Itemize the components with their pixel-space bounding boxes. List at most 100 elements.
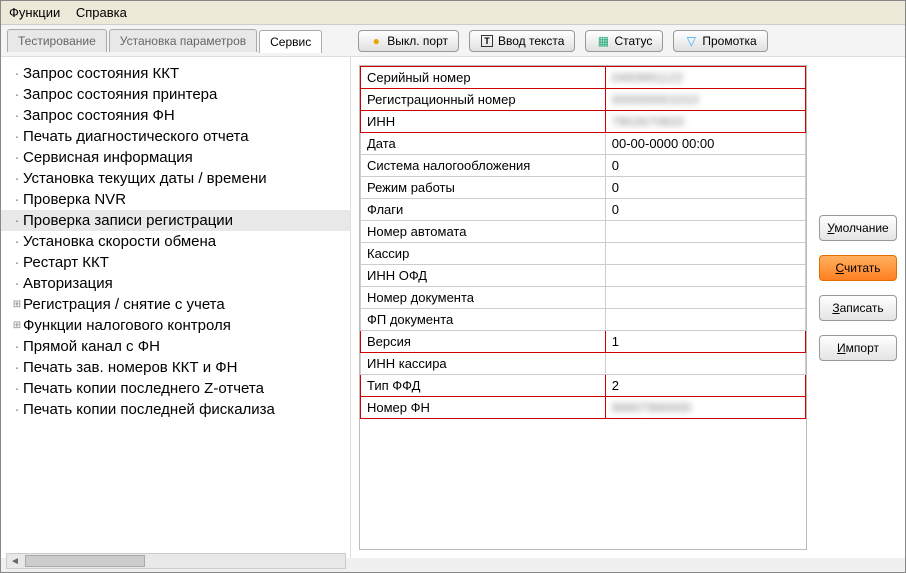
text-input-label: Ввод текста [498, 34, 564, 48]
grid-row[interactable]: ФП документа [361, 309, 806, 331]
grid-row[interactable]: Номер ФН99907890000 [361, 397, 806, 419]
tree-item[interactable]: ·Прямой канал с ФН [1, 336, 350, 357]
tree-item[interactable]: ·Авторизация [1, 273, 350, 294]
tree-item[interactable]: ·Проверка NVR [1, 189, 350, 210]
grid-value[interactable]: 0 [605, 199, 805, 221]
status-icon: ▦ [596, 34, 610, 48]
tree-dot-icon: · [11, 275, 23, 292]
grid-value[interactable]: 99907890000 [605, 397, 805, 419]
grid-label: ИНН [361, 111, 606, 133]
grid-value[interactable] [605, 221, 805, 243]
grid-value[interactable] [605, 243, 805, 265]
import-button[interactable]: Импорт [819, 335, 897, 361]
grid-row[interactable]: Номер автомата [361, 221, 806, 243]
rewind-button[interactable]: ▽ Промотка [673, 30, 767, 52]
grid-label: Система налогообложения [361, 155, 606, 177]
grid-row[interactable]: Флаги0 [361, 199, 806, 221]
grid-row[interactable]: ИНН кассира [361, 353, 806, 375]
tree-item[interactable]: ·Запрос состояния принтера [1, 84, 350, 105]
tab-params[interactable]: Установка параметров [109, 29, 257, 52]
grid-row[interactable]: Дата00-00-0000 00:00 [361, 133, 806, 155]
text-input-button[interactable]: T Ввод текста [469, 30, 575, 52]
grid-row[interactable]: ИНН ОФД [361, 265, 806, 287]
import-rest: мпорт [846, 341, 879, 355]
tree-item[interactable]: ·Печать копии последнего Z-отчета [1, 378, 350, 399]
tree-dot-icon: · [11, 254, 23, 271]
underline: З [832, 301, 839, 315]
tree-item[interactable]: ·Печать диагностического отчета [1, 126, 350, 147]
tree-item[interactable]: ·Печать зав. номеров ККТ и ФН [1, 357, 350, 378]
tree-item[interactable]: ·Проверка записи регистрации [1, 210, 350, 231]
grid-row[interactable]: Система налогообложения0 [361, 155, 806, 177]
grid-label: Кассир [361, 243, 606, 265]
grid-row[interactable]: Номер документа [361, 287, 806, 309]
grid-label: Серийный номер [361, 67, 606, 89]
grid-value[interactable]: 000000001010 [605, 89, 805, 111]
scroll-left-icon[interactable]: ◄ [7, 556, 23, 567]
tree-item[interactable]: ·Сервисная информация [1, 147, 350, 168]
grid-value[interactable] [605, 265, 805, 287]
tree-item[interactable]: ·Запрос состояния ККТ [1, 63, 350, 84]
grid-label: Номер автомата [361, 221, 606, 243]
horizontal-scrollbar[interactable]: ◄ [6, 553, 346, 569]
port-off-button[interactable]: ● Выкл. порт [358, 30, 459, 52]
grid-value[interactable]: 1 [605, 331, 805, 353]
grid-row[interactable]: Регистрационный номер000000001010 [361, 89, 806, 111]
grid-label: Режим работы [361, 177, 606, 199]
grid-value[interactable]: 0 [605, 155, 805, 177]
grid-value[interactable] [605, 353, 805, 375]
tree-item[interactable]: ·Запрос состояния ФН [1, 105, 350, 126]
read-rest: читать [844, 261, 880, 275]
grid-row[interactable]: ИНН7802670820 [361, 111, 806, 133]
grid-label: Тип ФФД [361, 375, 606, 397]
menu-help[interactable]: Справка [76, 5, 127, 20]
tree-item[interactable]: ⊞Функции налогового контроля [1, 315, 350, 336]
tree-item-label: Печать зав. номеров ККТ и ФН [23, 359, 238, 376]
tree-item[interactable]: ·Установка текущих даты / времени [1, 168, 350, 189]
tree-item-label: Авторизация [23, 275, 113, 292]
grid-row[interactable]: Версия1 [361, 331, 806, 353]
grid-value[interactable]: 2 [605, 375, 805, 397]
tab-testing[interactable]: Тестирование [7, 29, 107, 52]
grid-value[interactable]: 7802670820 [605, 111, 805, 133]
grid-value[interactable]: 00-00-0000 00:00 [605, 133, 805, 155]
tree-dot-icon: · [11, 86, 23, 103]
write-button[interactable]: Записать [819, 295, 897, 321]
grid-row[interactable]: Тип ФФД2 [361, 375, 806, 397]
menu-functions[interactable]: Функции [9, 5, 60, 20]
tree-dot-icon: · [11, 338, 23, 355]
grid-row[interactable]: Серийный номер0493991122 [361, 67, 806, 89]
content: ·Запрос состояния ККТ·Запрос состояния п… [1, 57, 905, 558]
tree-item-label: Прямой канал с ФН [23, 338, 160, 355]
tree-item[interactable]: ·Установка скорости обмена [1, 231, 350, 252]
grid-row[interactable]: Режим работы0 [361, 177, 806, 199]
tree-dot-icon: · [11, 191, 23, 208]
read-button[interactable]: Считать [819, 255, 897, 281]
bulb-icon: ● [369, 34, 383, 48]
grid-label: Регистрационный номер [361, 89, 606, 111]
write-rest: аписать [840, 301, 884, 315]
grid-value[interactable]: 0 [605, 177, 805, 199]
tree-item-label: Функции налогового контроля [23, 317, 231, 334]
grid-value[interactable] [605, 287, 805, 309]
tree-item[interactable]: ⊞Регистрация / снятие с учета [1, 294, 350, 315]
grid-label: Версия [361, 331, 606, 353]
tree-item[interactable]: ·Рестарт ККТ [1, 252, 350, 273]
sidebar: ·Запрос состояния ККТ·Запрос состояния п… [1, 57, 351, 558]
tree-item-label: Проверка записи регистрации [23, 212, 233, 229]
tree-item-label: Сервисная информация [23, 149, 193, 166]
text-icon: T [480, 34, 494, 48]
grid-value[interactable] [605, 309, 805, 331]
scroll-thumb[interactable] [25, 555, 145, 567]
tree-item-label: Проверка NVR [23, 191, 126, 208]
status-button[interactable]: ▦ Статус [585, 30, 663, 52]
grid-value[interactable]: 0493991122 [605, 67, 805, 89]
status-label: Статус [614, 34, 652, 48]
default-rest: молчание [834, 221, 888, 235]
tab-service[interactable]: Сервис [259, 30, 322, 53]
tree-item-label: Регистрация / снятие с учета [23, 296, 225, 313]
grid-row[interactable]: Кассир [361, 243, 806, 265]
default-button[interactable]: Умолчание [819, 215, 897, 241]
tree-dot-icon: · [11, 359, 23, 376]
tree-item[interactable]: ·Печать копии последней фискализа [1, 399, 350, 420]
